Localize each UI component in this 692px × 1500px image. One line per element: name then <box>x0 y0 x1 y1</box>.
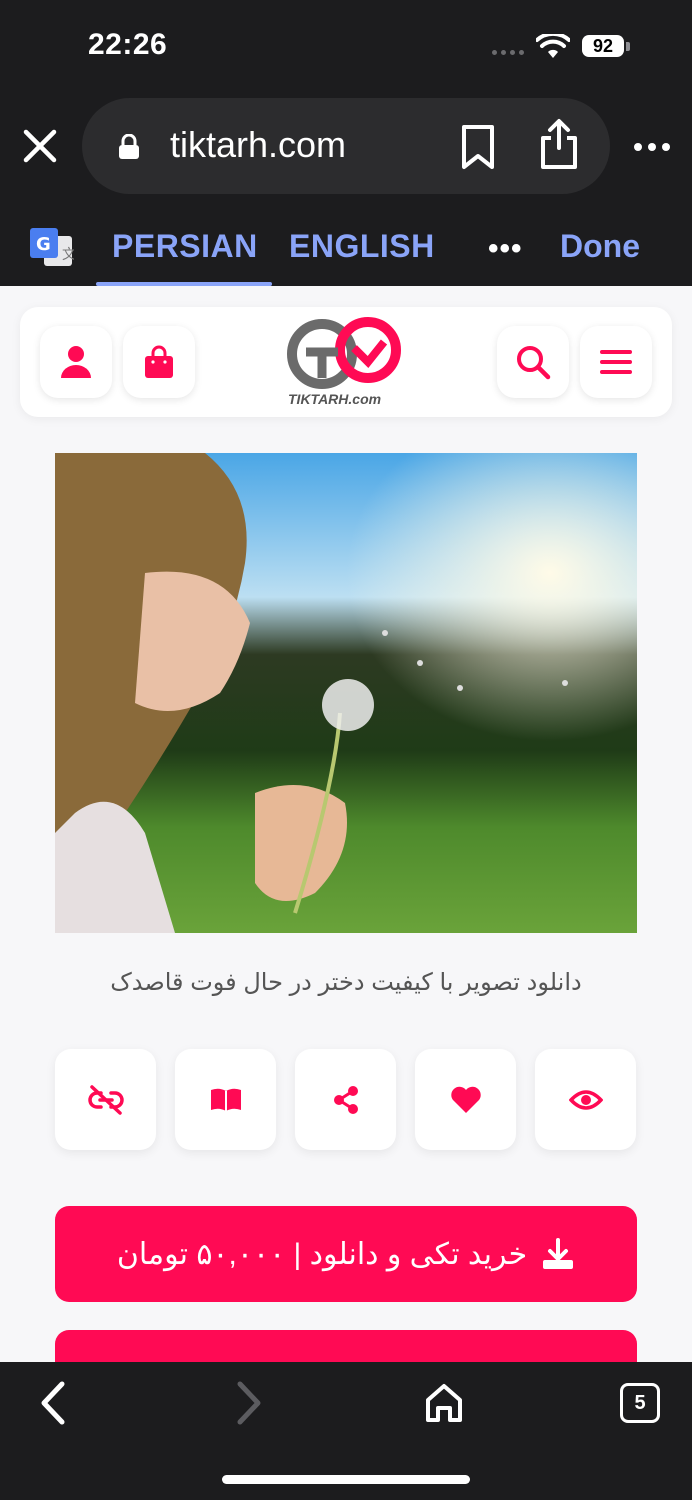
svg-text:G: G <box>36 234 51 255</box>
wifi-icon <box>536 34 570 58</box>
shopping-bag-button[interactable] <box>123 326 195 398</box>
translate-more-button[interactable]: ••• <box>488 232 523 266</box>
menu-button[interactable] <box>580 326 652 398</box>
unlink-icon <box>87 1084 124 1115</box>
tab-english[interactable]: ENGLISH <box>289 228 435 265</box>
close-icon[interactable] <box>22 128 58 164</box>
selected-tab-indicator <box>96 282 272 286</box>
user-account-button[interactable] <box>40 326 112 398</box>
product-caption: دانلود تصویر با کیفیت دختر در حال فوت قا… <box>110 969 582 996</box>
tab-persian[interactable]: PERSIAN <box>112 228 258 265</box>
user-icon <box>61 346 91 378</box>
battery-indicator: 92 <box>582 35 624 57</box>
share-nodes-icon <box>333 1085 358 1114</box>
status-time: 22:26 <box>88 28 168 61</box>
logo-text: TIKTARH.com <box>288 391 382 407</box>
done-button[interactable]: Done <box>560 228 640 265</box>
cellular-signal-icon <box>492 50 524 55</box>
heart-icon <box>450 1086 481 1113</box>
book-icon <box>210 1088 241 1111</box>
shopping-bag-icon <box>145 345 173 378</box>
svg-text:文: 文 <box>62 247 74 263</box>
battery-cap <box>626 42 630 51</box>
read-button[interactable] <box>175 1049 276 1150</box>
bookmark-icon[interactable] <box>458 124 498 170</box>
forward-arrow-icon[interactable] <box>232 1380 266 1426</box>
eye-icon <box>568 1089 603 1110</box>
buy-button-label: خرید تکی و دانلود | ۵۰,۰۰۰ تومان <box>116 1237 528 1271</box>
url-text[interactable]: tiktarh.com <box>170 124 346 166</box>
more-icon[interactable] <box>632 135 672 159</box>
share-icon[interactable] <box>538 118 580 170</box>
tab-switcher-button[interactable]: 5 <box>620 1383 660 1423</box>
download-icon <box>543 1238 574 1269</box>
unlink-button[interactable] <box>55 1049 156 1150</box>
favorite-button[interactable] <box>415 1049 516 1150</box>
home-icon[interactable] <box>424 1382 464 1424</box>
search-icon <box>517 346 551 380</box>
view-button[interactable] <box>535 1049 636 1150</box>
home-indicator[interactable] <box>222 1475 470 1484</box>
product-image[interactable] <box>55 453 637 933</box>
google-translate-icon: 文 G <box>30 228 74 266</box>
lock-icon <box>119 134 139 159</box>
share-page-button[interactable] <box>295 1049 396 1150</box>
menu-icon <box>600 350 632 374</box>
back-arrow-icon[interactable] <box>36 1380 70 1426</box>
search-button[interactable] <box>497 326 569 398</box>
buy-download-button[interactable]: خرید تکی و دانلود | ۵۰,۰۰۰ تومان <box>55 1206 637 1302</box>
